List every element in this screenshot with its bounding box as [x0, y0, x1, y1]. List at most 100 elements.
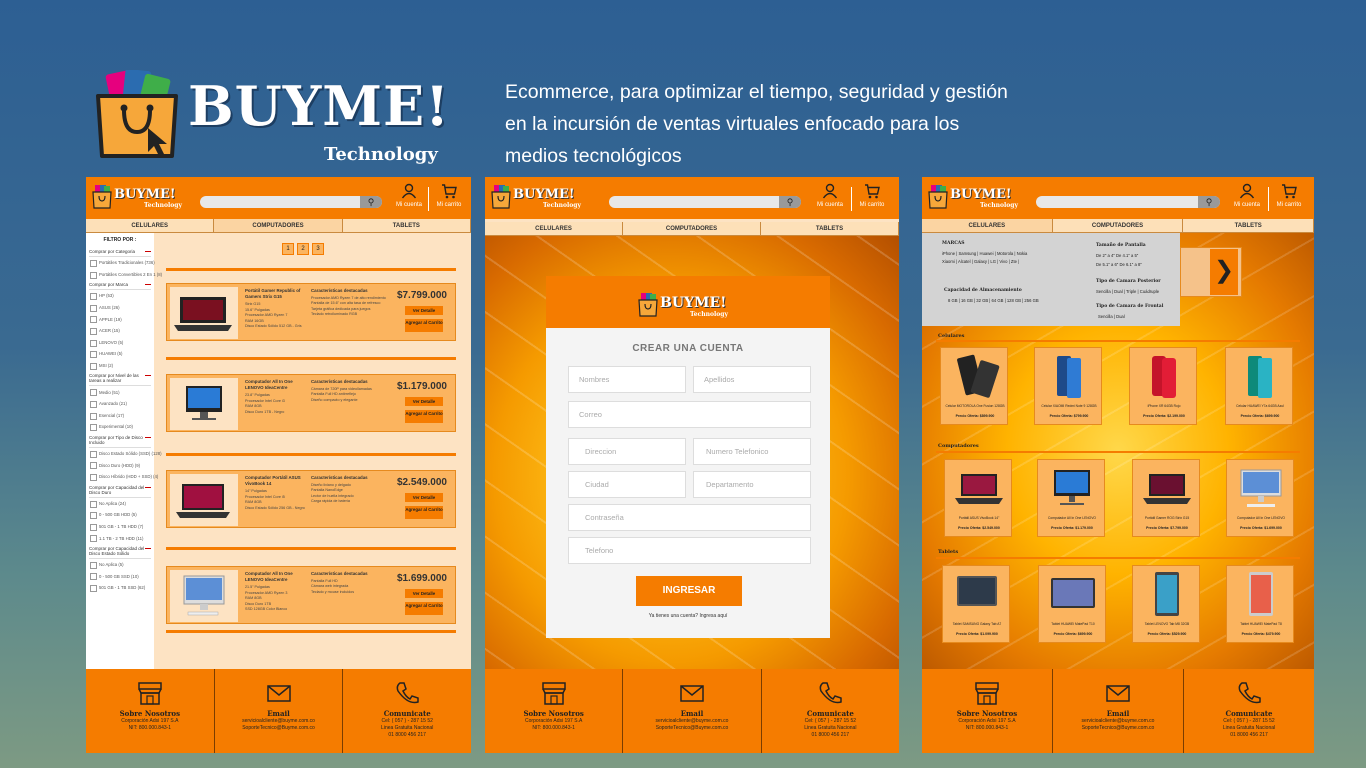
- search-input[interactable]: ⚲: [609, 196, 801, 208]
- filter-option[interactable]: Avanzado (21): [89, 398, 151, 410]
- product-card[interactable]: Tablet HUAWEI MatePad T10 Precio Oferta:…: [1038, 565, 1106, 643]
- filter-group[interactable]: Comprar por Capacidad del Disco Duro: [89, 483, 151, 498]
- filter-option[interactable]: 0 - 500 GB SSD (10): [89, 570, 151, 582]
- filter-group[interactable]: Comprar por Nivel de las tareas a realiz…: [89, 371, 151, 387]
- search-icon[interactable]: ⚲: [1198, 196, 1220, 208]
- password-field[interactable]: Contraseña: [568, 504, 811, 531]
- filter-group[interactable]: Comprar por Categoria: [89, 247, 151, 257]
- search-input[interactable]: ⚲: [1036, 196, 1220, 208]
- filter-option[interactable]: Portátiles Convertibles 2 En 1 (8): [89, 269, 162, 281]
- tab-computadores[interactable]: COMPUTADORES: [1052, 219, 1184, 233]
- department-field[interactable]: Departamento: [693, 471, 811, 498]
- product-card[interactable]: Portátil ASUS VivoBook 14" Precio Oferta…: [944, 459, 1012, 537]
- filter-option[interactable]: LENOVO (5): [89, 337, 151, 349]
- product-card[interactable]: Celular HUAWEI Y7a 64GB Azul Precio Ofer…: [1225, 347, 1293, 425]
- cart-button[interactable]: Mi carrito: [855, 183, 889, 215]
- page-button[interactable]: 3: [312, 243, 324, 255]
- product-card[interactable]: iPhone XR 64GB Rojo Precio Oferta: $2.19…: [1129, 347, 1197, 425]
- login-link[interactable]: Ya tienes una cuenta? Ingresa aquí: [546, 613, 830, 619]
- filter-option[interactable]: ACER (15): [89, 325, 151, 337]
- footer-link[interactable]: SoporteTecnico@Buyme.com.co: [623, 725, 760, 732]
- menu-link[interactable]: De 5.1" a 6" De 6.1" a 8": [1096, 260, 1142, 269]
- product-card[interactable]: Computador Portátil ASUS VivoBook 14 14"…: [166, 470, 456, 528]
- filter-option[interactable]: 501 GB - 1 TB SSD (62): [89, 582, 151, 594]
- filter-option[interactable]: 0 - 500 GB HDD (5): [89, 509, 151, 521]
- filter-group[interactable]: Comprar por Marca: [89, 280, 151, 291]
- filter-option[interactable]: 1.1 TB - 2 TB HDD (11): [89, 532, 151, 544]
- filter-option[interactable]: Portátiles Tradicionales (736): [89, 257, 155, 269]
- tab-celulares[interactable]: CELULARES: [86, 219, 215, 233]
- filter-option[interactable]: Medio (51): [89, 386, 151, 398]
- telephone-field[interactable]: Telefono: [568, 537, 811, 564]
- product-card[interactable]: Computador All In One LENOVO Precio Ofer…: [1037, 459, 1105, 537]
- cart-button[interactable]: Mi carrito: [432, 183, 466, 215]
- footer-link[interactable]: servicioalcliente@buyme.com.co: [1053, 718, 1183, 725]
- product-card[interactable]: Computador All In One LENOVO IdeaCentre …: [166, 566, 456, 624]
- cart-button[interactable]: Mi carrito: [1272, 183, 1306, 215]
- filter-option[interactable]: ASUS (26): [89, 302, 151, 314]
- tab-tablets[interactable]: TABLETS: [342, 219, 471, 233]
- header-logo[interactable]: BUYME! Technology: [491, 185, 596, 213]
- add-to-cart-button[interactable]: Agregar al Carrito: [405, 319, 443, 332]
- footer-link[interactable]: SoporteTecnico@Buyme.com.co: [215, 725, 343, 732]
- email-field[interactable]: Correo: [568, 401, 811, 428]
- filter-option[interactable]: No Aplica (5): [89, 559, 151, 571]
- filter-option[interactable]: APPLE (19): [89, 313, 151, 325]
- apellidos-field[interactable]: Apellidos: [693, 366, 811, 393]
- page-button[interactable]: 1: [282, 243, 294, 255]
- search-input[interactable]: ⚲: [200, 196, 382, 208]
- filter-group[interactable]: Comprar por Capacidad del Disco Estado S…: [89, 544, 151, 559]
- product-card[interactable]: Tablet SAMSUNG Galaxy Tab A7 Precio Ofer…: [942, 565, 1010, 643]
- tab-celulares[interactable]: CELULARES: [922, 219, 1053, 233]
- filter-option[interactable]: Disco Híbrido (HDD + SSD) (4): [89, 471, 158, 483]
- product-card[interactable]: Computador All In One LENOVO Precio Ofer…: [1226, 459, 1294, 537]
- menu-link[interactable]: De 2" a 4" De 4.1" a 5": [1096, 251, 1138, 260]
- menu-link[interactable]: Sencilla | Dual: [1098, 312, 1125, 321]
- chevron-right-icon[interactable]: ❯: [1210, 249, 1238, 295]
- phone-number-field[interactable]: Numero Telefonico: [693, 438, 811, 465]
- footer-link[interactable]: SoporteTecnico@Buyme.com.co: [1053, 725, 1183, 732]
- filter-option[interactable]: Disco Duro (HDD) (9): [89, 459, 151, 471]
- tab-computadores[interactable]: COMPUTADORES: [214, 219, 343, 233]
- filter-option[interactable]: HP (53): [89, 290, 151, 302]
- view-detail-button[interactable]: Ver Detalle: [405, 589, 443, 598]
- product-card[interactable]: Portátil Gamer ROG Strix G15 Precio Ofer…: [1132, 459, 1200, 537]
- menu-link[interactable]: Sencilla | Dual | Triple | Cuádruple: [1096, 287, 1159, 296]
- view-detail-button[interactable]: Ver Detalle: [405, 306, 443, 315]
- add-to-cart-button[interactable]: Agregar al Carrito: [405, 602, 443, 615]
- product-card[interactable]: Tablet LENOVO Tab M8 32GB Precio Oferta:…: [1132, 565, 1200, 643]
- footer-link[interactable]: servicioalcliente@buyme.com.co: [215, 718, 343, 725]
- filter-group[interactable]: Comprar por Tipo de Disco Incluido: [89, 433, 151, 448]
- filter-option[interactable]: Disco Estado Sólido (SSD) (128): [89, 448, 162, 460]
- filter-option[interactable]: Experimental (10): [89, 421, 151, 433]
- tab-computadores[interactable]: COMPUTADORES: [623, 222, 761, 236]
- header-logo[interactable]: BUYME! Technology: [928, 185, 1033, 213]
- footer-link[interactable]: servicioalcliente@buyme.com.co: [623, 718, 760, 725]
- page-button[interactable]: 2: [297, 243, 309, 255]
- account-button[interactable]: Mi cuenta: [392, 183, 426, 215]
- product-card[interactable]: Celular MOTOROLA One Fusion 128GB Precio…: [940, 347, 1008, 425]
- product-card[interactable]: Tablet HUAWEI MatePad T8 Precio Oferta: …: [1226, 565, 1294, 643]
- tab-tablets[interactable]: TABLETS: [1183, 219, 1314, 233]
- add-to-cart-button[interactable]: Agregar al Carrito: [405, 410, 443, 423]
- view-detail-button[interactable]: Ver Detalle: [405, 397, 443, 406]
- nombres-field[interactable]: Nombres: [568, 366, 686, 393]
- submit-button[interactable]: INGRESAR: [636, 576, 742, 606]
- filter-option[interactable]: Esencial (17): [89, 410, 151, 422]
- search-icon[interactable]: ⚲: [360, 196, 382, 208]
- add-to-cart-button[interactable]: Agregar al Carrito: [405, 506, 443, 519]
- filter-option[interactable]: MSI (2): [89, 360, 151, 372]
- account-button[interactable]: Mi cuenta: [1230, 183, 1264, 215]
- address-field[interactable]: Direccion: [568, 438, 686, 465]
- product-card[interactable]: Computador All In One LENOVO IdeaCentre …: [166, 374, 456, 432]
- city-field[interactable]: Ciudad: [568, 471, 686, 498]
- account-button[interactable]: Mi cuenta: [813, 183, 847, 215]
- view-detail-button[interactable]: Ver Detalle: [405, 493, 443, 502]
- filter-option[interactable]: No Aplica (24): [89, 498, 151, 510]
- tab-celulares[interactable]: CELULARES: [485, 222, 623, 236]
- tab-tablets[interactable]: TABLETS: [761, 222, 899, 236]
- filter-option[interactable]: 501 GB - 1 TB HDD (7): [89, 521, 151, 533]
- header-logo[interactable]: BUYME! Technology: [92, 185, 197, 213]
- product-card[interactable]: Portátil Gamer Republic of Gamers Strix …: [166, 283, 456, 341]
- menu-link[interactable]: Xiaomi | Alcatel | Galaxy | LG | Vivo | …: [942, 257, 1019, 266]
